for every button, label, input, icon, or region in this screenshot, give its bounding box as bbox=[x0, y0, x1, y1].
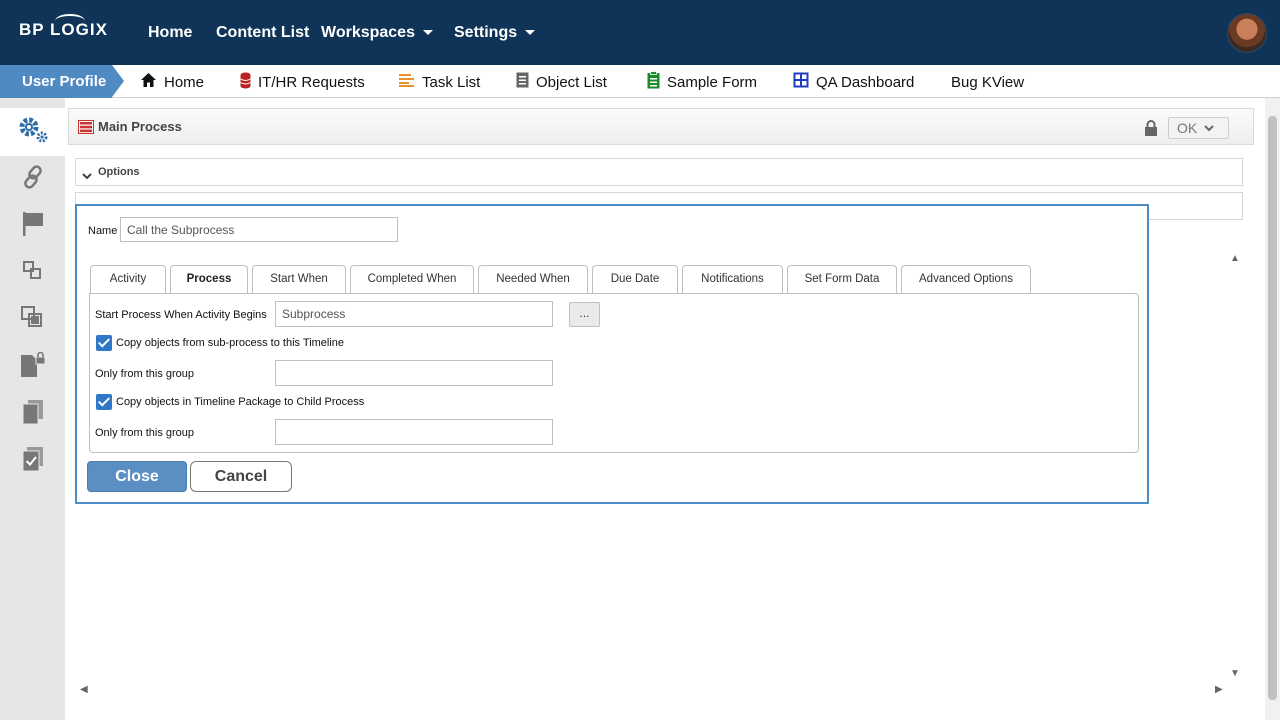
sidebar-item-secured-documents[interactable] bbox=[0, 343, 65, 391]
chevron-down-icon bbox=[1203, 121, 1215, 137]
bp-logix-logo[interactable]: BP LOGIX bbox=[19, 14, 108, 40]
scroll-up-icon[interactable]: ▲ bbox=[1230, 253, 1240, 264]
sidebar-item-documents[interactable] bbox=[0, 390, 65, 438]
chevron-down-icon bbox=[82, 168, 92, 186]
gears-icon bbox=[16, 115, 50, 150]
bookmark-sample-form[interactable]: Sample Form bbox=[647, 71, 758, 93]
activity-properties-dialog: Name Call the Subprocess Activity Proces… bbox=[75, 204, 1149, 504]
dashboard-icon bbox=[793, 72, 809, 92]
name-label: Name bbox=[88, 225, 118, 237]
database-icon bbox=[240, 72, 251, 93]
home-icon bbox=[140, 72, 157, 92]
only-from-group-label: Only from this group bbox=[95, 427, 195, 439]
browse-button[interactable]: ... bbox=[569, 302, 600, 327]
scroll-left-icon[interactable]: ◀ bbox=[80, 684, 88, 695]
tab-due-date[interactable]: Due Date bbox=[592, 265, 678, 293]
nav-workspaces-label: Workspaces bbox=[321, 24, 415, 41]
document-icon bbox=[516, 72, 529, 92]
only-from-group-label: Only from this group bbox=[95, 368, 195, 380]
sidebar-item-subprocess[interactable] bbox=[0, 249, 65, 297]
chevron-down-icon bbox=[422, 30, 433, 36]
bookmark-label: Home bbox=[164, 73, 205, 91]
process-tab-panel: Start Process When Activity Begins Subpr… bbox=[89, 293, 1139, 453]
page-scrollbar[interactable] bbox=[1265, 98, 1280, 720]
flag-icon bbox=[22, 211, 44, 242]
bookmark-bug-kview[interactable]: Bug KView bbox=[951, 72, 1024, 92]
tab-notifications[interactable]: Notifications bbox=[682, 265, 783, 293]
subprocess-icon bbox=[22, 260, 43, 286]
bookmark-label: Sample Form bbox=[667, 73, 758, 91]
link-icon bbox=[22, 164, 44, 194]
bookmark-it-hr-requests[interactable]: IT/HR Requests bbox=[240, 72, 365, 92]
scroll-right-icon[interactable]: ▶ bbox=[1215, 684, 1223, 695]
name-field[interactable]: Call the Subprocess bbox=[120, 217, 398, 242]
start-process-label: Start Process When Activity Begins bbox=[95, 309, 267, 321]
bookmark-label: QA Dashboard bbox=[816, 73, 915, 91]
ok-dropdown-button[interactable]: OK bbox=[1168, 117, 1229, 139]
options-label: Options bbox=[98, 166, 140, 178]
nav-home[interactable]: Home bbox=[148, 24, 192, 42]
bookmark-bar: User Profile Home IT/HR Requests Task Li… bbox=[0, 65, 1280, 98]
bookmark-label: Object List bbox=[536, 73, 607, 91]
copy-from-subprocess-checkbox[interactable] bbox=[96, 335, 112, 351]
left-sidebar bbox=[0, 98, 65, 720]
tab-process[interactable]: Process bbox=[170, 265, 248, 293]
scrollbar-thumb[interactable] bbox=[1268, 116, 1277, 700]
tab-advanced-options[interactable]: Advanced Options bbox=[901, 265, 1031, 293]
sidebar-item-milestones[interactable] bbox=[0, 202, 65, 250]
user-profile-tab[interactable]: User Profile bbox=[0, 65, 124, 98]
tab-completed-when[interactable]: Completed When bbox=[350, 265, 474, 293]
list-icon bbox=[78, 120, 94, 139]
copy-icon bbox=[20, 305, 45, 335]
bookmark-label: Task List bbox=[422, 73, 481, 91]
nav-content-list[interactable]: Content List bbox=[216, 24, 309, 42]
locked-document-icon bbox=[20, 351, 46, 383]
page-title: Main Process bbox=[98, 119, 182, 134]
nav-workspaces[interactable]: Workspaces bbox=[321, 24, 433, 42]
bookmark-object-list[interactable]: Object List bbox=[516, 72, 607, 92]
tab-activity[interactable]: Activity bbox=[90, 265, 166, 293]
sidebar-item-settings[interactable] bbox=[0, 108, 65, 156]
cancel-button[interactable]: Cancel bbox=[190, 461, 292, 492]
chevron-down-icon bbox=[525, 30, 536, 36]
user-avatar[interactable] bbox=[1227, 13, 1267, 53]
bookmark-qa-dashboard[interactable]: QA Dashboard bbox=[793, 72, 914, 92]
tab-set-form-data[interactable]: Set Form Data bbox=[787, 265, 897, 293]
only-from-group-field-1[interactable] bbox=[275, 360, 553, 386]
nav-settings[interactable]: Settings bbox=[454, 24, 536, 42]
copy-timeline-package-checkbox[interactable] bbox=[96, 394, 112, 410]
scroll-down-icon[interactable]: ▼ bbox=[1230, 668, 1240, 679]
ok-label: OK bbox=[1177, 120, 1198, 136]
documents-icon bbox=[21, 399, 45, 430]
task-list-icon bbox=[399, 73, 415, 91]
sidebar-item-copy[interactable] bbox=[0, 296, 65, 344]
options-section[interactable]: Options bbox=[75, 158, 1243, 186]
bookmark-label: IT/HR Requests bbox=[258, 73, 365, 91]
bookmark-label: Bug KView bbox=[951, 73, 1025, 91]
start-process-field[interactable]: Subprocess bbox=[275, 301, 553, 327]
tab-start-when[interactable]: Start When bbox=[252, 265, 346, 293]
only-from-group-field-2[interactable] bbox=[275, 419, 553, 445]
nav-settings-label: Settings bbox=[454, 24, 518, 41]
close-button[interactable]: Close bbox=[87, 461, 187, 492]
top-navbar: BP LOGIX Home Content List Workspaces Se… bbox=[0, 0, 1280, 65]
checklist-icon bbox=[21, 446, 45, 477]
clipboard-icon bbox=[647, 71, 660, 93]
copy-timeline-package-label: Copy objects in Timeline Package to Chil… bbox=[116, 396, 365, 408]
panel-header: Main Process OK bbox=[68, 108, 1254, 145]
copy-from-subprocess-label: Copy objects from sub-process to this Ti… bbox=[116, 337, 345, 349]
lock-icon[interactable] bbox=[1144, 120, 1158, 141]
sidebar-item-tasks[interactable] bbox=[0, 437, 65, 485]
sidebar-item-links[interactable] bbox=[0, 155, 65, 203]
bookmark-home[interactable]: Home bbox=[140, 72, 204, 92]
tab-needed-when[interactable]: Needed When bbox=[478, 265, 588, 293]
bookmark-task-list[interactable]: Task List bbox=[399, 72, 480, 92]
